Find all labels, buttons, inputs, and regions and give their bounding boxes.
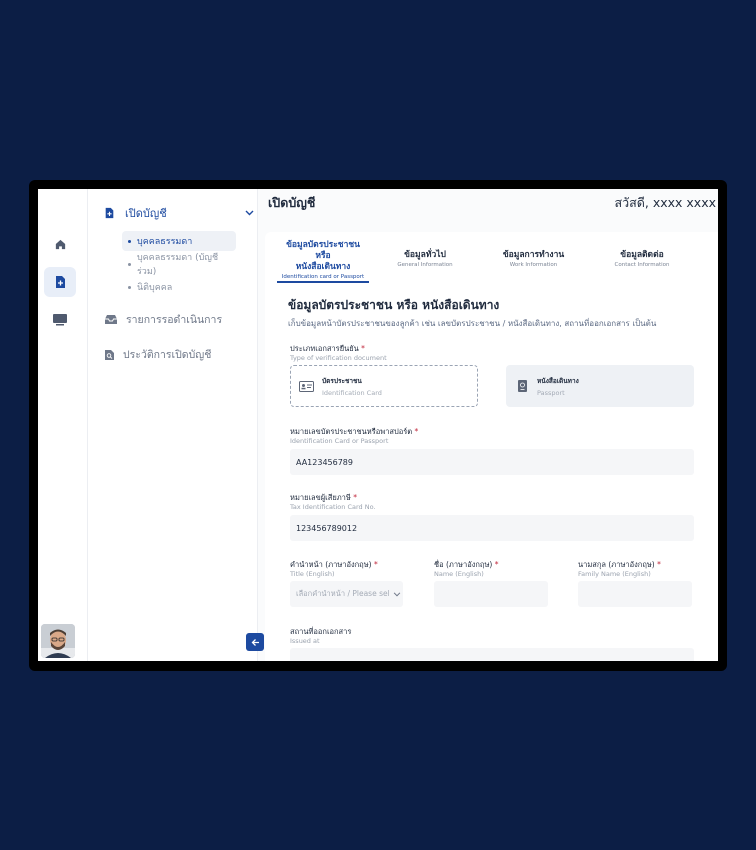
- id-card-icon: [299, 380, 314, 392]
- doc-option-passport[interactable]: หนังสือเดินทาง Passport: [506, 365, 694, 407]
- page-title: เปิดบัญชี: [268, 195, 316, 210]
- step-work-info[interactable]: ข้อมูลการทำงาน Work Information: [481, 240, 586, 280]
- step-subtitle: Contact Information: [614, 262, 670, 268]
- sidebar-item-label: เปิดบัญชี: [125, 207, 167, 220]
- main-content: เปิดบัญชี สวัสดี, xxxx xxxx ข้อมูลบัตรปร…: [258, 189, 718, 661]
- section-description: เก็บข้อมูลหน้าบัตรประชาชนของลูกค้า เช่น …: [288, 319, 657, 328]
- select-placeholder: เลือกคำนำหน้า / Please sele: [296, 589, 390, 598]
- title-en-select[interactable]: เลือกคำนำหน้า / Please sele: [290, 581, 403, 607]
- passport-icon: [518, 380, 527, 392]
- step-general-info[interactable]: ข้อมูลทั่วไป General Information: [369, 240, 481, 280]
- tax-id-sublabel: Tax Identification Card No.: [290, 503, 376, 511]
- chevron-down-icon[interactable]: [245, 210, 254, 216]
- app-screen: เปิดบัญชี บุคคลธรรมดา บุคคลธรรมดา (บัญชี…: [38, 189, 718, 661]
- sidebar-sub-item-joint[interactable]: บุคคลธรรมดา (บัญชีร่วม): [122, 253, 236, 277]
- required-mark: *: [657, 560, 661, 569]
- document-add-icon: [105, 207, 114, 219]
- doc-option-subtitle: Identification Card: [322, 388, 382, 397]
- name-en-input[interactable]: [434, 581, 548, 607]
- icon-rail: [38, 189, 88, 661]
- sidebar-item-label: ประวัติการเปิดบัญชี: [123, 349, 212, 361]
- tax-id-input[interactable]: 123456789012: [290, 515, 694, 541]
- home-nav-button[interactable]: [44, 229, 76, 259]
- sidebar-sub-item-label: บุคคลธรรมดา: [137, 237, 193, 247]
- required-mark: *: [494, 560, 499, 569]
- id-number-input[interactable]: AA123456789: [290, 449, 694, 475]
- user-greeting: สวัสดี, xxxx xxxx: [614, 195, 717, 210]
- stepper: ข้อมูลบัตรประชาชน หรือ หนังสือเดินทาง Id…: [277, 240, 718, 283]
- avatar-image: [41, 624, 75, 658]
- doc-option-id-card[interactable]: บัตรประชาชน Identification Card: [290, 365, 478, 407]
- form-card: ข้อมูลบัตรประชาชน หรือ หนังสือเดินทาง Id…: [265, 232, 718, 661]
- doc-option-title: บัตรประชาชน: [322, 376, 362, 385]
- monitor-nav-button[interactable]: [44, 304, 76, 334]
- open-account-nav-button[interactable]: [44, 267, 76, 297]
- section-title: ข้อมูลบัตรประชาชน หรือ หนังสือเดินทาง: [288, 298, 500, 312]
- bullet: [128, 262, 131, 266]
- issued-at-sublabel: Issued at: [290, 637, 320, 645]
- sidebar-sub-item-label: บุคคลธรรมดา (บัญชีร่วม): [136, 253, 219, 277]
- id-number-sublabel: Identification Card or Passport: [290, 437, 389, 445]
- document-add-icon: [55, 276, 65, 288]
- step-title: ข้อมูลทั่วไป: [404, 250, 446, 260]
- user-avatar[interactable]: [41, 624, 75, 658]
- step-title: ข้อมูลการทำงาน: [502, 250, 565, 260]
- sidebar-item-label: รายการรอดำเนินการ: [126, 314, 223, 326]
- step-subtitle: Identification card or Passport: [281, 274, 365, 280]
- sidebar-item-open-account[interactable]: เปิดบัญชี: [104, 204, 254, 222]
- step-subtitle: Work Information: [509, 262, 558, 268]
- required-mark: *: [414, 427, 419, 436]
- required-mark: *: [361, 344, 365, 353]
- chevron-down-icon: [393, 591, 401, 596]
- monitor-icon: [53, 313, 67, 325]
- issued-at-input[interactable]: [290, 648, 694, 661]
- inbox-icon: [105, 315, 117, 324]
- step-title: ข้อมูลบัตรประชาชน หรือ: [286, 240, 360, 261]
- step-subtitle: General Information: [397, 262, 453, 268]
- doc-type-sublabel: Type of verification document: [290, 354, 387, 362]
- sidebar-sub-item-individual[interactable]: บุคคลธรรมดา: [122, 231, 236, 251]
- doc-option-title: หนังสือเดินทาง: [537, 376, 579, 385]
- home-icon: [55, 239, 65, 249]
- document-search-icon: [105, 349, 114, 360]
- title-en-sublabel: Title (English): [290, 570, 335, 578]
- required-mark: *: [373, 560, 378, 569]
- sidebar: เปิดบัญชี บุคคลธรรมดา บุคคลธรรมดา (บัญชี…: [88, 189, 264, 661]
- family-en-sublabel: Family Name (English): [578, 570, 651, 578]
- family-en-input[interactable]: [578, 581, 692, 607]
- sidebar-item-history[interactable]: ประวัติการเปิดบัญชี: [104, 346, 211, 363]
- doc-option-subtitle: Passport: [537, 388, 565, 397]
- step-id-card[interactable]: ข้อมูลบัตรประชาชน หรือ หนังสือเดินทาง Id…: [277, 240, 369, 283]
- sidebar-sub-item-juristic[interactable]: นิติบุคคล: [122, 277, 236, 297]
- bullet: [128, 239, 131, 243]
- sidebar-item-pending[interactable]: รายการรอดำเนินการ: [104, 311, 222, 328]
- step-contact-info[interactable]: ข้อมูลติดต่อ Contact Information: [586, 240, 698, 280]
- step-title: ข้อมูลติดต่อ: [620, 250, 664, 260]
- bullet: [128, 285, 131, 289]
- device-frame: เปิดบัญชี บุคคลธรรมดา บุคคลธรรมดา (บัญชี…: [29, 180, 727, 671]
- required-mark: *: [353, 493, 357, 502]
- sidebar-sub-item-label: นิติบุคคล: [137, 283, 173, 293]
- step-title: หนังสือเดินทาง: [295, 262, 351, 272]
- name-en-sublabel: Name (English): [434, 570, 484, 578]
